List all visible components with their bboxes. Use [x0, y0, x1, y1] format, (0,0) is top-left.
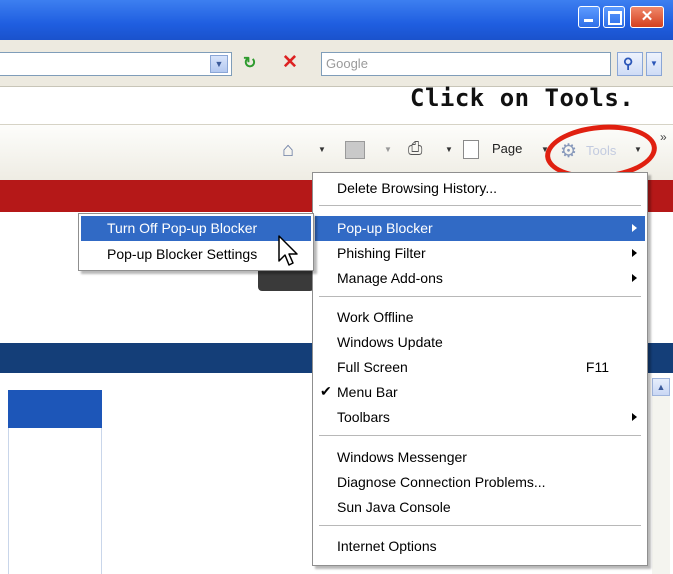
- home-dropdown-icon[interactable]: ▼: [318, 145, 326, 154]
- checkmark-icon: ✔: [320, 383, 332, 399]
- search-input[interactable]: Google: [321, 52, 611, 76]
- menu-separator: [319, 525, 641, 526]
- address-input[interactable]: [0, 52, 232, 76]
- menu-item-work-offline[interactable]: Work Offline: [315, 305, 645, 330]
- page-header-band: [0, 180, 318, 212]
- page-sidebar-panel: [8, 428, 102, 574]
- home-icon[interactable]: ⌂: [282, 139, 294, 162]
- print-icon[interactable]: ⎙: [408, 138, 422, 159]
- menu-item-label: Diagnose Connection Problems...: [337, 474, 546, 490]
- menu-item-label: Phishing Filter: [337, 245, 426, 261]
- close-icon: ✕: [640, 8, 654, 25]
- menu-item-toolbars[interactable]: Toolbars: [315, 405, 645, 430]
- menu-item-label: Pop-up Blocker Settings: [107, 246, 258, 262]
- minimize-button[interactable]: [578, 6, 600, 28]
- menu-separator: [319, 205, 641, 206]
- refresh-icon[interactable]: ↻: [243, 53, 256, 73]
- page-nav-band: [0, 343, 318, 373]
- feeds-icon[interactable]: [345, 141, 365, 159]
- menu-item-label: Delete Browsing History...: [337, 180, 498, 196]
- menu-item-popup-blocker[interactable]: Pop-up Blocker: [315, 216, 645, 241]
- menu-item-internet-options[interactable]: Internet Options: [315, 534, 645, 559]
- scroll-up-button[interactable]: ▲: [652, 378, 670, 396]
- submenu-arrow-icon: [632, 249, 637, 257]
- maximize-button[interactable]: [603, 6, 625, 28]
- window-title-bar: [0, 0, 673, 40]
- menu-item-windows-messenger[interactable]: Windows Messenger: [315, 445, 645, 470]
- close-button[interactable]: ✕: [630, 6, 664, 28]
- search-icon: ⚲: [623, 55, 634, 71]
- menu-item-full-screen[interactable]: Full Screen F11: [315, 355, 645, 380]
- page-icon[interactable]: [463, 140, 479, 159]
- menu-separator: [319, 435, 641, 436]
- menu-item-label: Manage Add-ons: [337, 270, 443, 286]
- submenu-arrow-icon: [632, 224, 637, 232]
- menu-item-label: Turn Off Pop-up Blocker: [107, 220, 258, 236]
- menu-item-manage-addons[interactable]: Manage Add-ons: [315, 266, 645, 291]
- address-dropdown-button[interactable]: ▼: [210, 55, 228, 73]
- page-sidebar-header: [8, 390, 102, 428]
- menu-item-phishing-filter[interactable]: Phishing Filter: [315, 241, 645, 266]
- tutorial-caption: Click on Tools.: [410, 84, 635, 112]
- print-dropdown-icon[interactable]: ▼: [445, 145, 453, 154]
- menu-separator: [319, 296, 641, 297]
- menu-item-label: Sun Java Console: [337, 499, 451, 515]
- menu-item-label: Work Offline: [337, 309, 414, 325]
- menu-item-label: Internet Options: [337, 538, 437, 554]
- stop-icon[interactable]: ✕: [282, 51, 298, 74]
- menu-item-popup-blocker-settings[interactable]: Pop-up Blocker Settings: [81, 242, 311, 267]
- menu-item-label: Windows Update: [337, 334, 443, 350]
- feeds-dropdown-icon[interactable]: ▼: [384, 145, 392, 154]
- menu-item-label: Menu Bar: [337, 384, 398, 400]
- menu-item-windows-update[interactable]: Windows Update: [315, 330, 645, 355]
- menu-item-delete-browsing-history[interactable]: Delete Browsing History...: [315, 176, 645, 201]
- submenu-arrow-icon: [632, 274, 637, 282]
- menu-item-label: Windows Messenger: [337, 449, 467, 465]
- menu-item-shortcut: F11: [585, 359, 609, 375]
- mouse-cursor-icon: [278, 235, 298, 266]
- tools-menu: Delete Browsing History... Pop-up Blocke…: [312, 172, 648, 566]
- page-nav-band-right: [645, 343, 673, 373]
- page-header-band-right: [645, 180, 673, 212]
- menu-item-turn-off-popup-blocker[interactable]: Turn Off Pop-up Blocker: [81, 216, 311, 241]
- menu-item-sun-java-console[interactable]: Sun Java Console: [315, 495, 645, 520]
- scrollbar-track[interactable]: [652, 396, 670, 574]
- menu-item-menu-bar[interactable]: ✔ Menu Bar: [315, 380, 645, 405]
- menu-item-label: Full Screen: [337, 359, 408, 375]
- menu-item-diagnose-connection[interactable]: Diagnose Connection Problems...: [315, 470, 645, 495]
- menu-item-label: Toolbars: [337, 409, 390, 425]
- page-menu-label[interactable]: Page: [492, 141, 522, 156]
- search-options-dropdown[interactable]: ▼: [646, 52, 662, 76]
- chevron-more-icon[interactable]: »: [660, 130, 667, 144]
- search-button[interactable]: ⚲: [617, 52, 643, 76]
- submenu-arrow-icon: [632, 413, 637, 421]
- menu-item-label: Pop-up Blocker: [337, 220, 433, 236]
